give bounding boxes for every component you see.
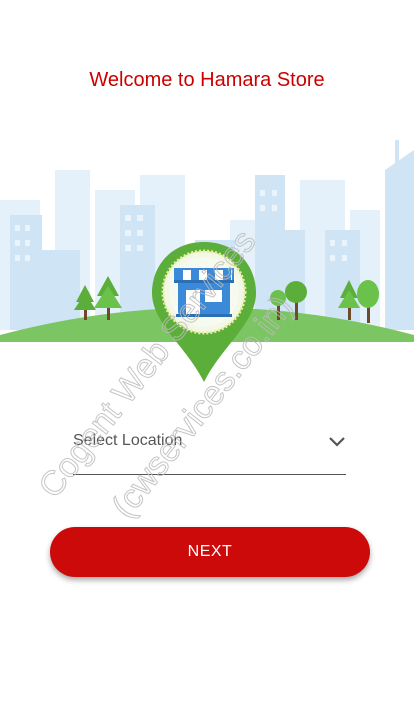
page-title: Welcome to Hamara Store: [89, 69, 325, 91]
city-illustration: [0, 140, 414, 382]
location-select[interactable]: Select Location: [73, 424, 346, 475]
next-button[interactable]: NEXT: [50, 527, 370, 577]
chevron-down-icon[interactable]: [328, 436, 346, 448]
location-select-label: Select Location: [73, 432, 183, 449]
store-icon: [174, 268, 234, 317]
